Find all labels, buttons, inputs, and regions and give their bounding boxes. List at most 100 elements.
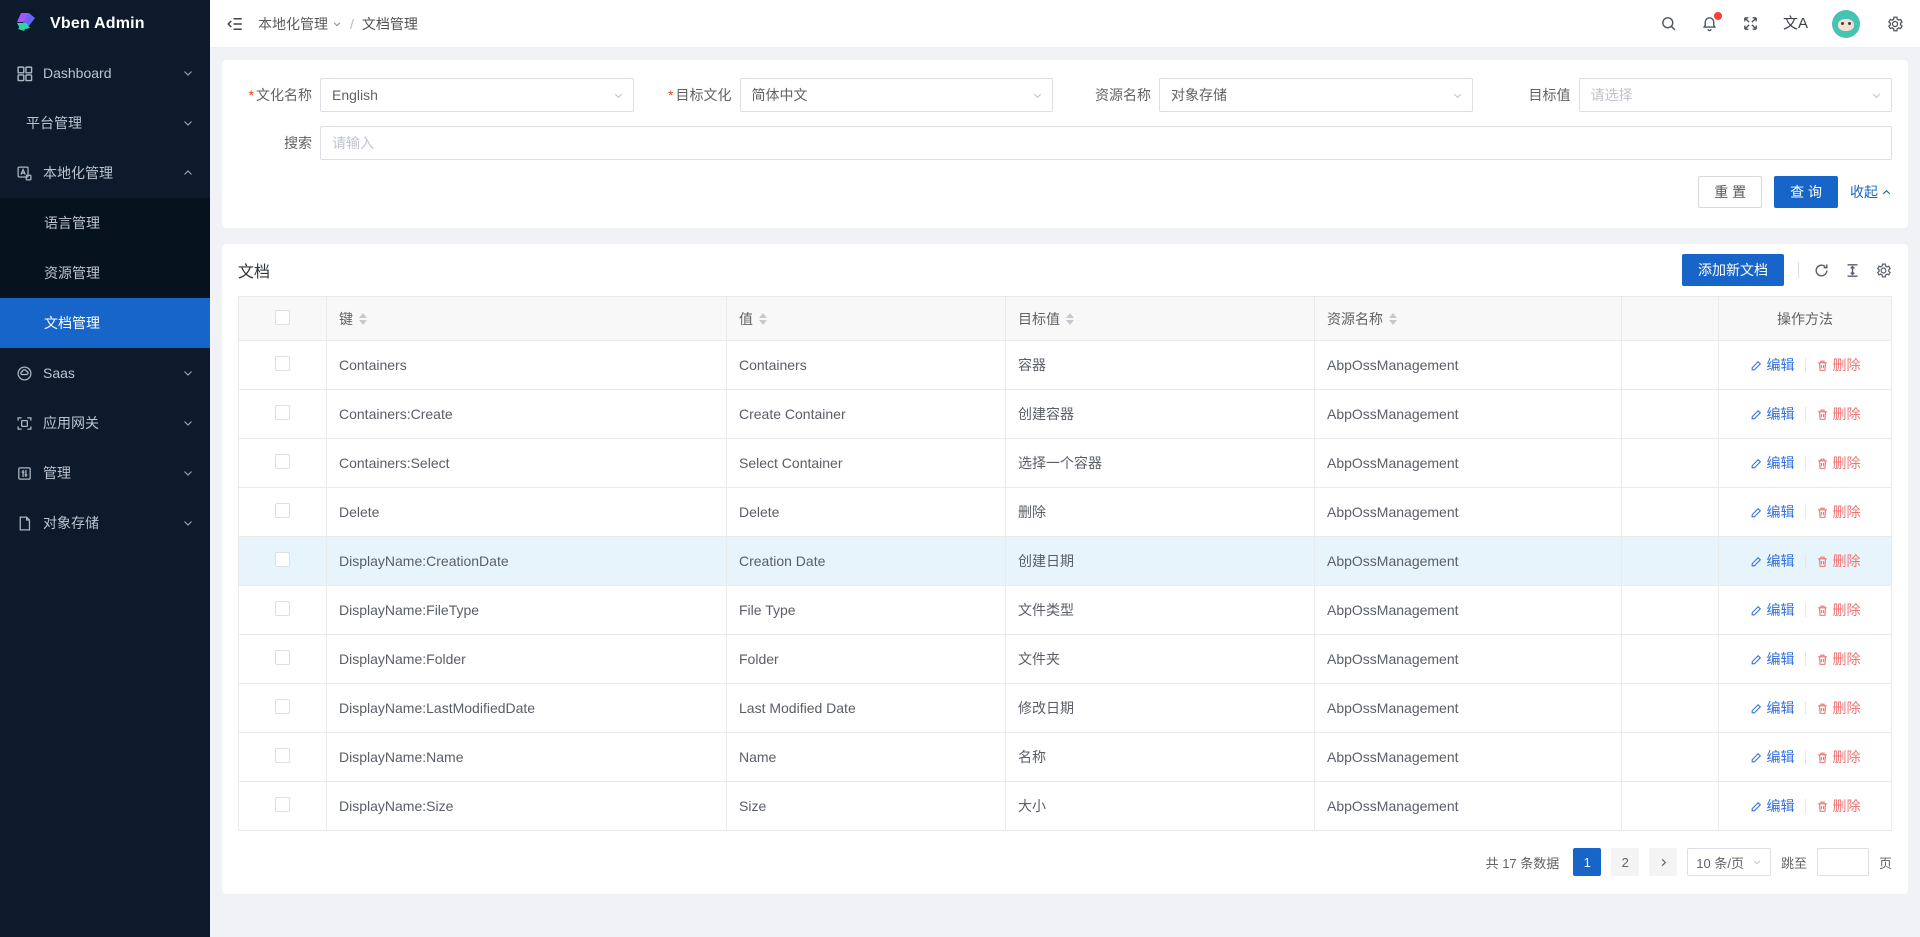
- delete-button[interactable]: 删除: [1816, 551, 1861, 571]
- add-document-button[interactable]: 添加新文档: [1682, 254, 1784, 286]
- sidebar-item-saas[interactable]: Saas: [0, 348, 210, 398]
- notification-bell-icon[interactable]: [1701, 15, 1718, 32]
- row-checkbox[interactable]: [275, 650, 290, 665]
- delete-button[interactable]: 删除: [1816, 698, 1861, 718]
- table-row: DisplayName:LastModifiedDate Last Modifi…: [239, 684, 1892, 733]
- sort-icon[interactable]: [759, 313, 767, 325]
- edit-button[interactable]: 编辑: [1750, 747, 1795, 767]
- edit-button[interactable]: 编辑: [1750, 649, 1795, 669]
- sort-icon[interactable]: [1389, 313, 1397, 325]
- delete-button[interactable]: 删除: [1816, 796, 1861, 816]
- row-checkbox[interactable]: [275, 797, 290, 812]
- page-button-2[interactable]: 2: [1611, 848, 1639, 876]
- edit-button[interactable]: 编辑: [1750, 600, 1795, 620]
- edit-button[interactable]: 编辑: [1750, 551, 1795, 571]
- sidebar-item-app-gateway[interactable]: 应用网关: [0, 398, 210, 448]
- column-header-value[interactable]: 值: [727, 297, 1006, 341]
- delete-button[interactable]: 删除: [1816, 404, 1861, 424]
- cell-resource: AbpOssManagement: [1315, 537, 1622, 586]
- settings-gear-icon[interactable]: [1886, 15, 1904, 33]
- row-height-icon[interactable]: [1844, 262, 1861, 279]
- resource-select[interactable]: 对象存储: [1159, 78, 1473, 112]
- row-checkbox[interactable]: [275, 601, 290, 616]
- row-checkbox[interactable]: [275, 405, 290, 420]
- delete-button[interactable]: 删除: [1816, 600, 1861, 620]
- delete-button[interactable]: 删除: [1816, 649, 1861, 669]
- sidebar-item-resource-mgmt[interactable]: 资源管理: [0, 248, 210, 298]
- refresh-icon[interactable]: [1813, 262, 1830, 279]
- cell-key: DisplayName:Name: [327, 733, 727, 782]
- breadcrumb-parent[interactable]: 本地化管理: [258, 14, 342, 34]
- column-header-key[interactable]: 键: [327, 297, 727, 341]
- cell-empty: [1622, 439, 1719, 488]
- cell-target: 修改日期: [1006, 684, 1315, 733]
- reset-button[interactable]: 重 置: [1698, 176, 1762, 208]
- table-row: DisplayName:Size Size 大小 AbpOssManagemen…: [239, 782, 1892, 831]
- sidebar-item-document-mgmt[interactable]: 文档管理: [0, 298, 210, 348]
- row-checkbox[interactable]: [275, 503, 290, 518]
- sort-icon[interactable]: [359, 313, 367, 325]
- page-size-select[interactable]: 10 条/页: [1687, 848, 1771, 876]
- query-button[interactable]: 查 询: [1774, 176, 1838, 208]
- fullscreen-icon[interactable]: [1742, 15, 1759, 32]
- sidebar-fold-icon[interactable]: [226, 15, 244, 33]
- select-all-checkbox[interactable]: [275, 310, 290, 325]
- translate-icon[interactable]: 文A: [1783, 16, 1808, 31]
- cell-empty: [1622, 733, 1719, 782]
- cell-resource: AbpOssManagement: [1315, 439, 1622, 488]
- logo[interactable]: Vben Admin: [0, 0, 210, 48]
- chevron-up-icon: [1881, 187, 1892, 198]
- sidebar-item-localization-mgmt[interactable]: 本地化管理: [0, 148, 210, 198]
- sidebar-item-management[interactable]: 管理: [0, 448, 210, 498]
- pagination-total: 共 17 条数据: [1486, 853, 1560, 872]
- search-icon[interactable]: [1660, 15, 1677, 32]
- edit-button[interactable]: 编辑: [1750, 355, 1795, 375]
- sort-icon[interactable]: [1066, 313, 1074, 325]
- pagination: 共 17 条数据 1 2 10 条/页 跳至 页: [238, 831, 1892, 894]
- notification-badge: [1714, 12, 1722, 20]
- next-page-button[interactable]: [1649, 848, 1677, 876]
- column-header-target[interactable]: 目标值: [1006, 297, 1315, 341]
- avatar[interactable]: [1832, 10, 1860, 38]
- cell-key: DisplayName:Size: [327, 782, 727, 831]
- row-checkbox[interactable]: [275, 748, 290, 763]
- target-value-select[interactable]: 请选择: [1579, 78, 1893, 112]
- collapse-link[interactable]: 收起: [1850, 182, 1892, 202]
- cell-value: Folder: [727, 635, 1006, 684]
- sidebar-item-label: Saas: [43, 365, 75, 381]
- sidebar-item-dashboard[interactable]: Dashboard: [0, 48, 210, 98]
- edit-button[interactable]: 编辑: [1750, 453, 1795, 473]
- column-settings-gear-icon[interactable]: [1875, 262, 1892, 279]
- culture-select[interactable]: English: [320, 78, 634, 112]
- cell-value: File Type: [727, 586, 1006, 635]
- trash-icon: [1816, 408, 1829, 421]
- table-title: 文档: [238, 258, 270, 282]
- chevron-down-icon: [1032, 90, 1043, 101]
- row-checkbox[interactable]: [275, 356, 290, 371]
- jump-page-input[interactable]: [1817, 848, 1869, 876]
- row-checkbox[interactable]: [275, 552, 290, 567]
- target-culture-select[interactable]: 简体中文: [740, 78, 1054, 112]
- delete-button[interactable]: 删除: [1816, 502, 1861, 522]
- edit-button[interactable]: 编辑: [1750, 404, 1795, 424]
- sidebar-item-language-mgmt[interactable]: 语言管理: [0, 198, 210, 248]
- breadcrumb-separator: /: [350, 16, 354, 32]
- table-row: Containers:Select Select Container 选择一个容…: [239, 439, 1892, 488]
- edit-button[interactable]: 编辑: [1750, 698, 1795, 718]
- sidebar-item-platform-mgmt[interactable]: 平台管理: [0, 98, 210, 148]
- table-toolbar-actions: 添加新文档: [1682, 254, 1892, 286]
- delete-button[interactable]: 删除: [1816, 453, 1861, 473]
- row-checkbox[interactable]: [275, 454, 290, 469]
- row-checkbox[interactable]: [275, 699, 290, 714]
- page-button-1[interactable]: 1: [1573, 848, 1601, 876]
- search-input[interactable]: [320, 126, 1892, 160]
- target-culture-label: *目标文化: [658, 85, 740, 105]
- delete-button[interactable]: 删除: [1816, 747, 1861, 767]
- column-header-resource[interactable]: 资源名称: [1315, 297, 1622, 341]
- delete-button[interactable]: 删除: [1816, 355, 1861, 375]
- topbar-actions: 文A: [1660, 10, 1904, 38]
- sidebar-item-object-storage[interactable]: 对象存储: [0, 498, 210, 548]
- action-divider: [1805, 701, 1806, 715]
- edit-button[interactable]: 编辑: [1750, 502, 1795, 522]
- edit-button[interactable]: 编辑: [1750, 796, 1795, 816]
